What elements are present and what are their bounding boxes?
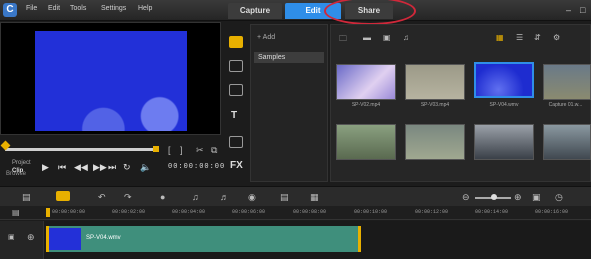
home-icon[interactable]: ⏮: [58, 162, 66, 173]
media-icon[interactable]: [229, 36, 243, 48]
menu-tools[interactable]: Tools: [70, 5, 86, 12]
ruler-tick: 00:00:08:00: [293, 209, 327, 215]
mark-in-icon[interactable]: [: [168, 145, 171, 155]
title-icon[interactable]: T: [231, 110, 237, 121]
menu-edit[interactable]: Edit: [48, 5, 60, 12]
show-videos-icon[interactable]: ▬: [363, 33, 371, 42]
ruler-tick: 00:00:16:00: [535, 209, 569, 215]
clip-thumbnail: [49, 228, 81, 250]
library-folder-panel: + Add Samples: [250, 24, 328, 182]
sound-mixer-icon[interactable]: ♫: [192, 192, 199, 202]
menu-bar: C File Edit Tools Settings Help Capture …: [0, 0, 591, 21]
storyboard-view-icon[interactable]: [56, 191, 70, 201]
undo-icon[interactable]: ↶: [98, 192, 106, 203]
show-all-tracks-icon[interactable]: ▤: [12, 208, 20, 217]
subtitle-editor-icon[interactable]: ▤: [280, 192, 289, 203]
end-icon[interactable]: ⏭: [108, 162, 116, 173]
timeline-toolbar: [0, 186, 591, 206]
app-logo-icon: C: [3, 3, 17, 17]
filter-icon[interactable]: FX: [230, 160, 243, 171]
graphic-icon[interactable]: [229, 136, 243, 148]
zoom-slider-knob[interactable]: [491, 194, 497, 200]
instant-project-icon[interactable]: [229, 60, 243, 72]
options-icon[interactable]: ⚙: [553, 33, 560, 42]
mark-out-icon[interactable]: ]: [180, 145, 183, 155]
browse-button[interactable]: Browse: [6, 171, 26, 177]
ruler-tick: 00:00:12:00: [415, 209, 449, 215]
volume-icon[interactable]: 🔈: [140, 162, 151, 173]
minimize-icon[interactable]: –: [566, 5, 571, 15]
menu-file[interactable]: File: [26, 5, 37, 12]
preview-window[interactable]: [0, 22, 221, 135]
media-thumbnail[interactable]: [543, 124, 591, 160]
media-thumbnail-label: SP-V02.mp4: [351, 102, 381, 108]
trim-end-marker[interactable]: [153, 146, 159, 152]
split-icon[interactable]: ✂: [196, 145, 204, 156]
clip-label: SP-V04.wmv: [86, 235, 121, 241]
media-thumbnail-capture01[interactable]: [543, 64, 591, 100]
multi-camera-icon[interactable]: ▦: [310, 192, 319, 203]
media-thumbnail[interactable]: [336, 124, 396, 160]
preview-scrubber-bar[interactable]: [5, 148, 157, 151]
fit-project-icon[interactable]: ▣: [532, 192, 541, 203]
show-photos-icon[interactable]: ▣: [383, 33, 391, 42]
media-thumbnail-sp-v02[interactable]: [336, 64, 396, 100]
mode-project[interactable]: Project: [12, 160, 31, 166]
ruler-tick: 00:00:14:00: [475, 209, 509, 215]
previous-frame-icon[interactable]: ◀◀: [74, 162, 88, 173]
media-thumbnail-label: SP-V03.mp4: [420, 102, 450, 108]
next-frame-icon[interactable]: ▶▶: [93, 162, 107, 173]
redo-icon[interactable]: ↷: [124, 192, 132, 203]
media-thumbnail-sp-v04[interactable]: [474, 62, 534, 98]
thumbnail-view-icon[interactable]: ▦: [496, 33, 504, 42]
record-capture-icon[interactable]: ●: [160, 192, 165, 202]
list-view-icon[interactable]: ☰: [516, 33, 523, 42]
media-thumbnail[interactable]: [405, 124, 465, 160]
transition-icon[interactable]: [229, 84, 243, 96]
library-side-toolbar: T FX: [225, 26, 247, 178]
timeline-view-icon[interactable]: ▤: [22, 192, 31, 203]
timecode-display[interactable]: 00:00:00:00: [168, 163, 225, 171]
zoom-in-icon[interactable]: ⊕: [514, 192, 522, 203]
ruler-tick: 00:00:10:00: [354, 209, 388, 215]
motion-tracking-icon[interactable]: ◉: [248, 192, 256, 203]
preview-video-frame: [35, 31, 187, 131]
sort-icon[interactable]: ⇵: [534, 33, 541, 42]
auto-music-icon[interactable]: ♬: [220, 192, 229, 202]
media-thumbnail-sp-v03[interactable]: [405, 64, 465, 100]
add-folder-button[interactable]: + Add: [257, 34, 275, 41]
tab-capture[interactable]: Capture: [228, 3, 282, 19]
play-icon[interactable]: ▶: [42, 162, 49, 173]
ruler-tick: 00:00:00:00: [52, 209, 86, 215]
folder-item-samples[interactable]: Samples: [254, 52, 324, 63]
ruler-tick: 00:00:02:00: [112, 209, 146, 215]
zoom-out-icon[interactable]: ⊖: [462, 192, 470, 203]
share-highlight-annotation: [324, 0, 416, 25]
menu-settings[interactable]: Settings: [101, 5, 126, 12]
menu-help[interactable]: Help: [138, 5, 152, 12]
track-icon: ▣: [8, 234, 15, 241]
copy-icon[interactable]: ⧉: [211, 145, 217, 156]
ruler-tick: 00:00:04:00: [172, 209, 206, 215]
media-thumbnail[interactable]: [474, 124, 534, 160]
add-folder-label: Add: [262, 34, 276, 41]
ruler-tick: 00:00:06:00: [232, 209, 266, 215]
folder-icon[interactable]: 🗀: [339, 33, 347, 47]
video-track-header: ▣ ⊕: [0, 221, 44, 259]
playhead-marker[interactable]: [46, 208, 50, 217]
repeat-icon[interactable]: ↻: [123, 162, 131, 173]
project-duration-icon[interactable]: ◷: [555, 192, 563, 203]
media-thumbnail-label: SP-V04.wmv: [489, 102, 519, 108]
show-audio-icon[interactable]: ♫: [403, 33, 409, 42]
media-thumbnail-label: Capture 01.w...: [548, 102, 583, 108]
maximize-icon[interactable]: □: [580, 5, 585, 15]
track-lock-icon[interactable]: ⊕: [27, 232, 35, 243]
